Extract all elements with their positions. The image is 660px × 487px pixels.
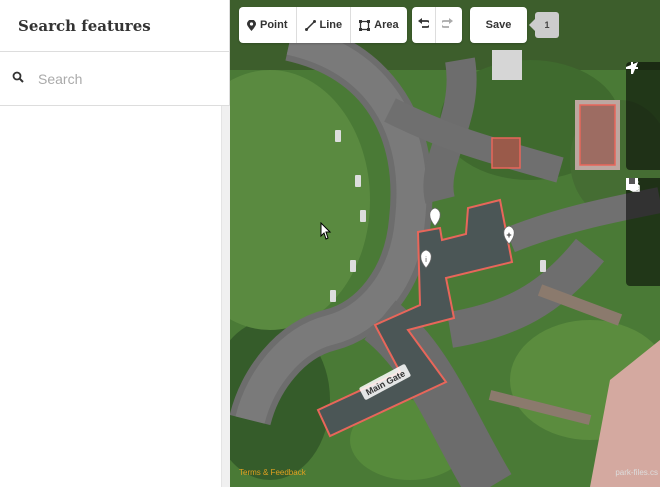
map-nav-controls (626, 62, 660, 170)
add-area-button[interactable]: Area (351, 7, 406, 43)
issues-icon[interactable] (626, 178, 660, 286)
line-icon (304, 19, 316, 31)
svg-text:+: + (506, 230, 511, 240)
attribution-link[interactable]: Terms & Feedback (239, 468, 306, 477)
search-input[interactable] (36, 69, 210, 88)
undo-button[interactable] (412, 7, 436, 43)
mode-toolbar: Point Line Area (239, 7, 407, 43)
save-count-badge: 1 (529, 12, 559, 38)
sidebar-resizer[interactable] (221, 106, 230, 487)
zoom-out-icon[interactable] (626, 67, 660, 134)
add-line-label: Line (319, 19, 343, 31)
save-label: Save (485, 19, 512, 31)
sidebar: Search features (0, 0, 230, 487)
add-line-button[interactable]: Line (297, 7, 352, 43)
marker-icon (247, 19, 256, 31)
redo-button[interactable] (436, 7, 459, 43)
add-point-label: Point (260, 19, 288, 31)
map-panel-controls (626, 178, 660, 286)
add-point-button[interactable]: Point (239, 7, 297, 43)
redo-icon (440, 18, 453, 32)
search-bar (0, 52, 229, 106)
map-data-icon[interactable] (626, 179, 660, 250)
geolocate-icon[interactable] (626, 62, 660, 170)
aerial-imagery: Main Gate i + (230, 0, 660, 487)
sidebar-header: Search features (0, 0, 229, 52)
undo-icon (418, 18, 431, 32)
sidebar-results (0, 106, 229, 487)
imagery-attribution: park-files.cs (615, 468, 658, 477)
map-canvas[interactable]: Main Gate i + (230, 0, 660, 487)
add-area-label: Area (374, 19, 399, 31)
area-icon (359, 19, 371, 31)
history-toolbar (412, 7, 462, 43)
sidebar-title: Search features (18, 16, 151, 35)
save-button[interactable]: Save (470, 7, 527, 43)
search-icon (12, 70, 24, 88)
